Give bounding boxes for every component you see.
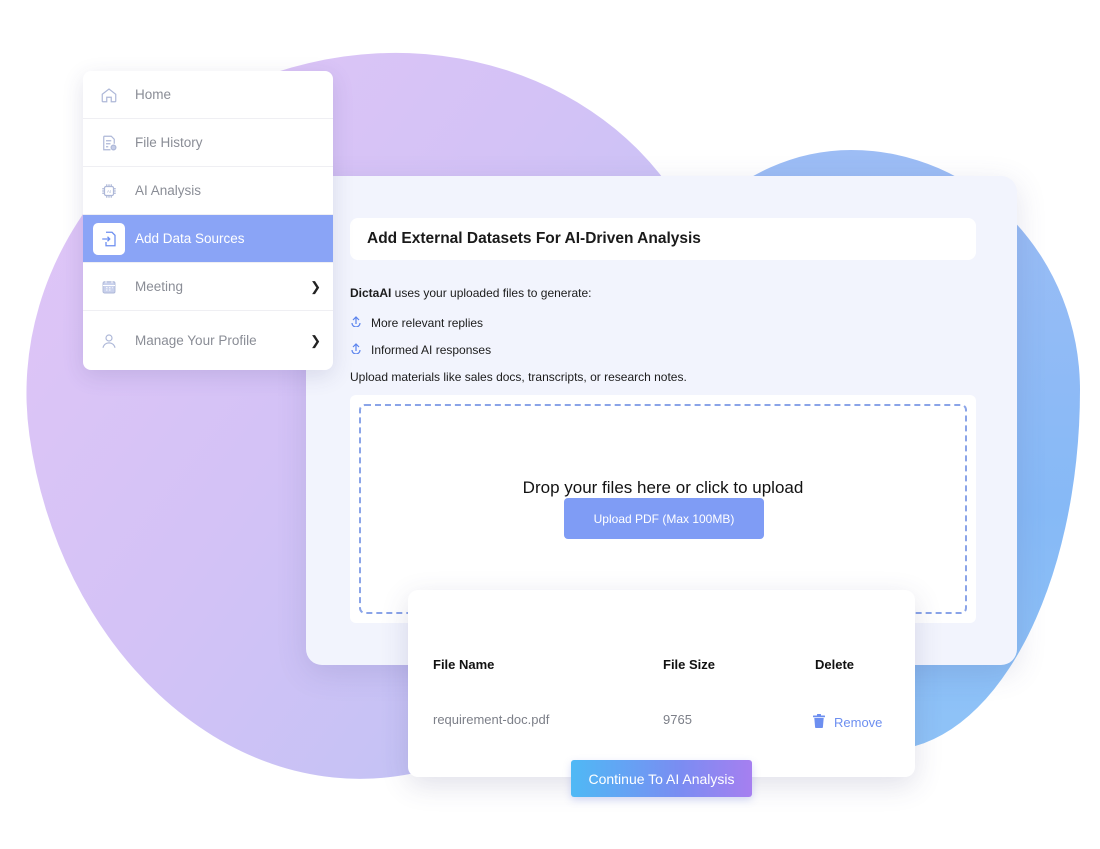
sidebar-item-label: File History — [135, 135, 203, 150]
intro-description: uses your uploaded files to generate: — [391, 286, 592, 300]
column-header-file-name: File Name — [433, 657, 495, 672]
continue-to-ai-analysis-button[interactable]: Continue To AI Analysis — [571, 760, 752, 797]
file-name-cell: requirement-doc.pdf — [433, 712, 550, 727]
sidebar-item-label: AI Analysis — [135, 183, 202, 198]
bullet-item: More relevant replies — [350, 315, 483, 330]
upload-hint: Upload materials like sales docs, transc… — [350, 370, 687, 384]
sidebar-item-meeting[interactable]: Meeting ❯ — [83, 263, 333, 311]
column-header-file-size: File Size — [663, 657, 716, 672]
sidebar-item-label: Manage Your Profile — [135, 333, 257, 348]
bullet-text: More relevant replies — [371, 315, 484, 330]
chevron-right-icon: ❯ — [310, 278, 321, 294]
dropzone-container: Drop your files here or click to upload … — [350, 395, 976, 623]
sidebar-item-add-data-sources[interactable]: Add Data Sources — [83, 215, 333, 263]
file-import-icon — [93, 222, 125, 255]
user-icon — [97, 329, 121, 353]
bullet-item: Informed AI responses — [350, 342, 491, 357]
file-size-cell: 9765 — [663, 712, 692, 727]
sidebar-item-file-history[interactable]: File History — [83, 119, 333, 167]
sidebar: Home File History AI AI Analysis Add Dat… — [83, 71, 333, 370]
sidebar-item-ai-analysis[interactable]: AI AI Analysis — [83, 167, 333, 215]
page-title: Add External Datasets For AI-Driven Anal… — [350, 218, 976, 260]
sidebar-item-home[interactable]: Home — [83, 71, 333, 119]
remove-label: Remove — [834, 715, 883, 730]
dropzone-text: Drop your files here or click to upload — [522, 478, 804, 497]
bullet-text: Informed AI responses — [371, 342, 492, 357]
sidebar-item-manage-profile[interactable]: Manage Your Profile ❯ — [83, 311, 333, 370]
remove-file-button[interactable]: Remove — [813, 714, 882, 731]
sidebar-item-label: Home — [135, 87, 172, 102]
svg-text:AI: AI — [107, 188, 111, 193]
upload-pdf-button[interactable]: Upload PDF (Max 100MB) — [564, 498, 764, 539]
home-icon — [97, 83, 121, 107]
ai-chip-icon: AI — [97, 179, 121, 203]
file-dropzone[interactable]: Drop your files here or click to upload … — [359, 404, 967, 614]
upload-arrow-icon — [350, 315, 362, 330]
upload-arrow-icon — [350, 342, 362, 357]
sidebar-item-label: Add Data Sources — [135, 231, 245, 246]
chevron-right-icon: ❯ — [310, 332, 321, 348]
uploaded-files-table: File Name File Size Delete requirement-d… — [408, 590, 915, 777]
sidebar-item-label: Meeting — [135, 279, 184, 294]
file-history-icon — [97, 131, 121, 155]
brand-name: DictaAI — [350, 286, 392, 300]
trash-icon — [813, 714, 825, 731]
calendar-icon — [97, 275, 121, 299]
column-header-delete: Delete — [815, 657, 855, 672]
intro-text: DictaAI uses your uploaded files to gene… — [350, 286, 591, 300]
